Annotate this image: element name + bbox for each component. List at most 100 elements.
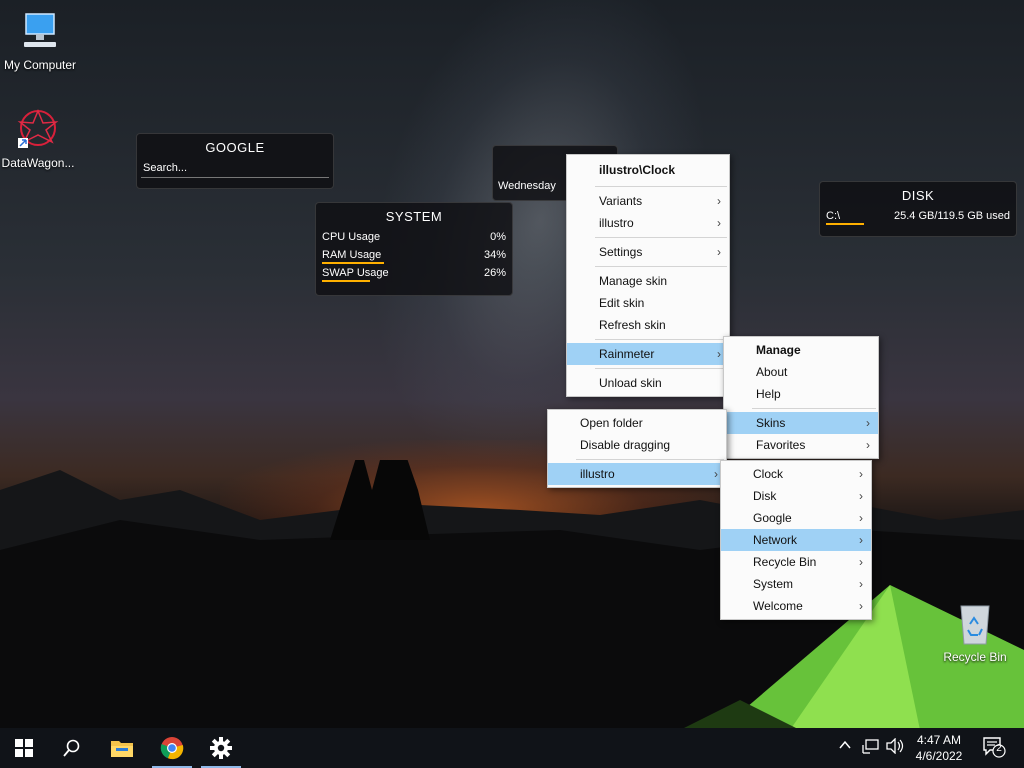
menu-item-label: Skins — [756, 416, 786, 430]
menu-separator — [595, 186, 727, 187]
menu-item-help[interactable]: Help — [724, 383, 878, 405]
menu-item-system[interactable]: System › — [721, 573, 871, 595]
menu-separator — [576, 459, 724, 460]
menu-item-label: Settings — [599, 245, 643, 259]
chevron-right-icon: › — [859, 533, 863, 547]
menu-item-label: Favorites — [756, 438, 806, 452]
menu-item-label: Network — [753, 533, 798, 547]
desktop-icon-my-computer[interactable]: My Computer — [0, 10, 82, 72]
swap-usage-label: SWAP Usage — [322, 267, 389, 279]
menu-item-manage[interactable]: Manage — [724, 339, 878, 361]
menu-item-label: Google — [753, 511, 792, 525]
search-button[interactable] — [48, 728, 96, 768]
menu-separator — [752, 408, 876, 409]
chevron-right-icon: › — [859, 555, 863, 569]
rainmeter-submenu: Manage About Help Skins › Favorites › — [723, 336, 879, 459]
menu-item-settings[interactable]: Settings › — [567, 241, 729, 263]
taskbar-time: 4:47 AM — [916, 733, 962, 747]
skins-submenu: Open folder Disable dragging illustro › — [547, 409, 727, 488]
google-skin[interactable]: GOOGLE Search... — [136, 133, 334, 189]
google-skin-title: GOOGLE — [205, 140, 265, 155]
menu-item-recycle-bin[interactable]: Recycle Bin › — [721, 551, 871, 573]
action-center-button[interactable]: 2 — [982, 736, 1006, 761]
menu-separator — [595, 266, 727, 267]
menu-item-variants[interactable]: Variants › — [567, 190, 729, 212]
menu-item-welcome[interactable]: Welcome › — [721, 595, 871, 617]
folder-icon — [111, 741, 133, 757]
menu-item-about[interactable]: About — [724, 361, 878, 383]
menu-item-label: Disk — [753, 489, 777, 503]
recycle-bin-icon — [960, 605, 990, 645]
menu-item-manage-skin[interactable]: Manage skin — [567, 270, 729, 292]
menu-item-label: Clock — [753, 467, 784, 481]
skin-context-menu: illustro\Clock Variants › illustro › Setti… — [566, 154, 730, 397]
swap-usage-value: 26% — [483, 267, 506, 279]
clock-area[interactable]: 4:47 AM 4/6/2022 — [912, 732, 966, 764]
system-skin[interactable]: SYSTEM CPU Usage 0% RAM Usage 34% SWAP U… — [315, 202, 513, 296]
menu-item-illustro[interactable]: illustro › — [567, 212, 729, 234]
disk-skin-title: DISK — [901, 188, 935, 203]
volume-icon[interactable] — [886, 737, 904, 757]
cpu-usage-label: CPU Usage — [322, 231, 381, 243]
menu-item-refresh-skin[interactable]: Refresh skin — [567, 314, 729, 336]
chevron-right-icon: › — [859, 467, 863, 481]
chevron-right-icon: › — [866, 416, 870, 430]
disk-usage-bar — [826, 223, 864, 225]
taskbar: 4:47 AM 4/6/2022 2 — [0, 728, 1024, 768]
chrome-button[interactable] — [148, 728, 196, 768]
windows-logo-icon — [15, 739, 33, 757]
tray-overflow-chevron-icon[interactable] — [838, 738, 852, 755]
menu-item-illustro-folder[interactable]: illustro › — [548, 463, 726, 485]
disk-drive-label: C:\ — [826, 210, 841, 222]
desktop-icon-label: My Computer — [3, 58, 77, 72]
menu-separator — [595, 339, 727, 340]
menu-item-disable-dragging[interactable]: Disable dragging — [548, 434, 726, 456]
clock-day: Wednesday — [498, 180, 556, 192]
menu-item-clock[interactable]: Clock › — [721, 463, 871, 485]
ram-usage-label: RAM Usage — [322, 249, 382, 261]
desktop-icon-label: DataWagon... — [1, 156, 75, 170]
menu-item-label: Recycle Bin — [753, 555, 817, 569]
ram-usage-value: 34% — [483, 249, 506, 261]
menu-item-label: Welcome — [753, 599, 803, 613]
desktop-icon-recycle-bin[interactable]: Recycle Bin — [933, 602, 1017, 664]
menu-item-disk[interactable]: Disk › — [721, 485, 871, 507]
file-explorer-button[interactable] — [98, 728, 146, 768]
menu-item-label: illustro — [599, 216, 634, 230]
swap-usage-bar — [322, 280, 370, 282]
desktop-icon-datawagon[interactable]: DataWagon... — [0, 108, 80, 170]
menu-item-label: illustro — [580, 467, 615, 481]
chevron-right-icon: › — [866, 438, 870, 452]
menu-separator — [595, 368, 727, 369]
menu-item-skins[interactable]: Skins › — [724, 412, 878, 434]
settings-button[interactable] — [197, 728, 245, 768]
menu-item-label: Variants — [599, 194, 643, 208]
menu-item-rainmeter[interactable]: Rainmeter › — [567, 343, 729, 365]
menu-item-unload-skin[interactable]: Unload skin — [567, 372, 729, 394]
desktop-icon-label: Recycle Bin — [943, 650, 1007, 664]
chevron-right-icon: › — [717, 347, 721, 361]
google-search-field[interactable]: Search... — [141, 159, 329, 178]
menu-item-label: Rainmeter — [599, 347, 655, 361]
menu-item-label: System — [753, 577, 794, 591]
menu-item-open-folder[interactable]: Open folder — [548, 412, 726, 434]
notification-count: 2 — [996, 743, 1002, 754]
system-skin-title: SYSTEM — [385, 209, 443, 224]
system-row-cpu: CPU Usage 0% — [316, 228, 512, 246]
menu-item-network[interactable]: Network › — [721, 529, 871, 551]
start-button[interactable] — [0, 728, 48, 768]
menu-item-favorites[interactable]: Favorites › — [724, 434, 878, 456]
chevron-right-icon: › — [717, 194, 721, 208]
computer-icon — [24, 13, 56, 47]
taskbar-date: 4/6/2022 — [915, 749, 963, 763]
search-icon — [63, 739, 80, 757]
menu-separator — [595, 237, 727, 238]
chevron-right-icon: › — [859, 511, 863, 525]
menu-item-google[interactable]: Google › — [721, 507, 871, 529]
disk-skin[interactable]: DISK C:\ 25.4 GB/119.5 GB used — [819, 181, 1017, 237]
menu-item-edit-skin[interactable]: Edit skin — [567, 292, 729, 314]
google-search-placeholder: Search... — [143, 162, 188, 174]
gear-icon — [210, 737, 232, 759]
network-icon[interactable] — [862, 738, 880, 757]
chrome-icon — [160, 737, 184, 760]
